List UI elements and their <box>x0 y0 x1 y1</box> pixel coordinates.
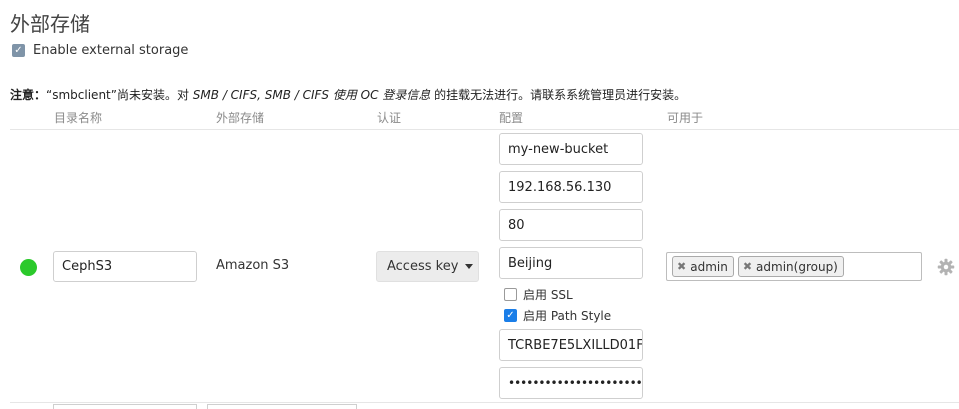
column-config: 配置 <box>499 111 524 125</box>
applicable-users-select[interactable]: ✖ admin ✖ admin(group) <box>666 252 922 281</box>
column-available-for: 可用于 <box>667 111 704 125</box>
notice-text-1: “smbclient”尚未安装。对 <box>46 88 193 102</box>
user-chip-admin-group: ✖ admin(group) <box>737 256 844 277</box>
header-divider <box>10 129 959 130</box>
user-chip-admin: ✖ admin <box>672 256 734 277</box>
check-icon: ✓ <box>506 309 515 321</box>
enable-external-storage-checkbox[interactable]: ✓ <box>12 44 25 57</box>
close-icon[interactable]: ✖ <box>743 260 752 273</box>
folder-name-input[interactable]: CephS3 <box>53 251 197 282</box>
column-auth: 认证 <box>377 111 402 125</box>
path-style-option[interactable]: ✓ 启用 Path Style <box>504 307 611 324</box>
bucket-input[interactable]: my-new-bucket <box>499 133 643 165</box>
user-chip-label: admin(group) <box>756 259 838 274</box>
enable-ssl-option[interactable]: 启用 SSL <box>504 286 573 303</box>
notice-italic: SMB / CIFS, SMB / CIFS 使用 OC 登录信息 <box>192 88 431 102</box>
auth-method-select[interactable]: Access key <box>376 251 479 282</box>
notice-text-2: 的挂载无法进行。请联系系统管理员进行安装。 <box>430 88 687 102</box>
smbclient-notice: 注意：“smbclient”尚未安装。对 SMB / CIFS, SMB / C… <box>10 86 686 103</box>
column-folder-name: 目录名称 <box>54 111 103 125</box>
check-icon: ✓ <box>14 44 23 56</box>
column-external-storage: 外部存储 <box>216 111 265 125</box>
user-chip-label: admin <box>690 259 728 274</box>
status-indicator <box>20 259 37 276</box>
row-divider <box>10 402 959 403</box>
region-input[interactable]: Beijing <box>499 247 643 279</box>
caret-down-icon <box>465 264 474 269</box>
enable-external-storage-label: Enable external storage <box>33 43 189 58</box>
backend-label: Amazon S3 <box>216 258 290 273</box>
hostname-input[interactable]: 192.168.56.130 <box>499 171 643 203</box>
enable-external-storage[interactable]: ✓ Enable external storage <box>12 43 188 58</box>
path-style-label: 启用 Path Style <box>523 309 612 323</box>
enable-ssl-label: 启用 SSL <box>523 288 573 302</box>
path-style-checkbox[interactable]: ✓ <box>504 309 517 322</box>
enable-ssl-checkbox[interactable] <box>504 288 517 301</box>
page-title: 外部存储 <box>10 12 90 36</box>
close-icon[interactable]: ✖ <box>677 260 686 273</box>
notice-prefix: 注意： <box>10 88 47 102</box>
secret-key-input[interactable]: •••••••••••••••••••••••••••••• <box>499 367 643 399</box>
port-input[interactable]: 80 <box>499 209 643 241</box>
gear-icon[interactable] <box>937 258 955 276</box>
access-key-input[interactable]: TCRBE7E5LXILLD01FH <box>499 329 643 361</box>
auth-method-value: Access key <box>387 259 459 274</box>
table-header: 目录名称 外部存储 认证 配置 可用于 <box>0 109 959 129</box>
